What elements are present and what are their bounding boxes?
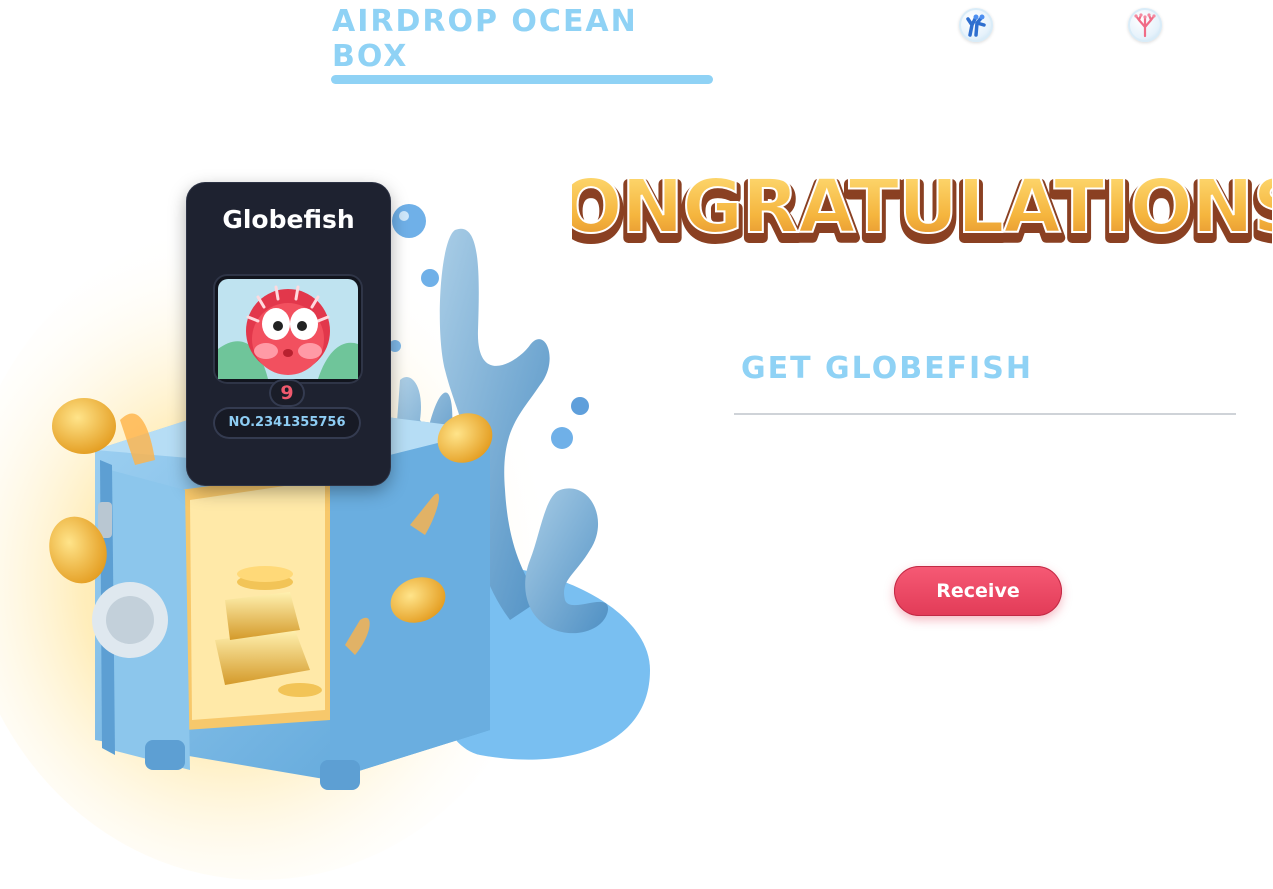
congrats-text: CONGRATULATIONS! — [572, 164, 1272, 250]
token-number: NO.2341355756 — [213, 407, 361, 439]
card-name: Globefish — [222, 205, 355, 234]
globefish-avatar — [213, 274, 363, 384]
congratulations-banner: CONGRATULATIONS! CONGRATULATIONS! — [501, 160, 1273, 261]
active-tab-indicator — [331, 75, 713, 84]
level-badge: 9 — [269, 379, 305, 407]
receive-button[interactable]: Receive — [894, 566, 1062, 616]
pink-coral-icon[interactable] — [1128, 8, 1162, 42]
reward-title: GET GLOBEFISH — [741, 351, 1033, 386]
tab-airdrop-ocean-box[interactable]: AIRDROP OCEAN BOX — [332, 4, 713, 74]
blue-coral-icon[interactable] — [959, 8, 993, 42]
nft-card: Globefish 9 NO.2341355756 — [187, 183, 390, 485]
divider — [734, 413, 1236, 415]
